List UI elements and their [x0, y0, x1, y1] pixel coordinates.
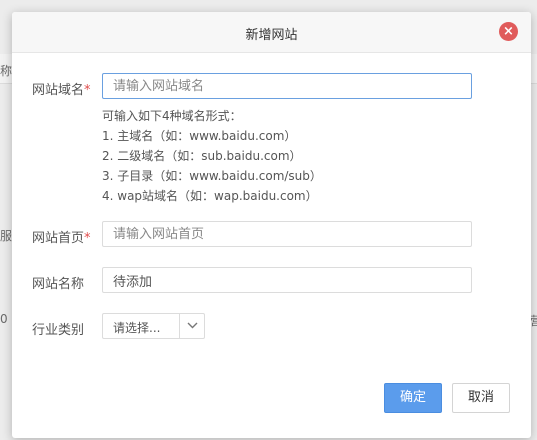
background-text: 称 — [0, 64, 13, 78]
hint-line: 2. 二级域名（如：sub.baidu.com） — [102, 149, 302, 163]
background-text: 营 — [530, 314, 537, 328]
site-name-label: 网站名称 — [32, 277, 85, 292]
cancel-button[interactable]: 取消 — [452, 383, 510, 413]
homepage-input[interactable] — [102, 221, 472, 247]
background-text: 服 — [0, 229, 13, 243]
site-name-input[interactable] — [102, 267, 472, 293]
domain-hint-list: 可输入如下4种域名形式： 1. 主域名（如：www.baidu.com） 2. … — [102, 106, 322, 206]
hint-line: 1. 主域名（如：www.baidu.com） — [102, 129, 297, 143]
add-website-dialog: 新增网站 × 网站域名* 可输入如下4种域名形式： 1. 主域名（如：www.b… — [12, 12, 531, 438]
background-text: 0 — [0, 312, 8, 326]
industry-select-value: 请选择... — [113, 321, 161, 335]
domain-input[interactable] — [102, 73, 472, 99]
domain-label-text: 网站域名 — [32, 83, 85, 98]
close-icon[interactable]: × — [499, 22, 518, 41]
hint-line: 3. 子目录（如：www.baidu.com/sub） — [102, 169, 322, 183]
required-mark: * — [84, 83, 91, 98]
dialog-header: 新增网站 × — [12, 12, 531, 53]
chevron-down-icon[interactable] — [179, 314, 204, 338]
homepage-label: 网站首页* — [32, 227, 91, 246]
industry-select[interactable]: 请选择... — [102, 313, 205, 339]
industry-label: 行业类别 — [32, 323, 85, 338]
dialog-title: 新增网站 — [245, 28, 298, 43]
hint-line: 4. wap站域名（如：wap.baidu.com） — [102, 189, 318, 203]
hint-line: 可输入如下4种域名形式： — [102, 109, 242, 123]
confirm-button[interactable]: 确定 — [384, 383, 442, 413]
homepage-label-text: 网站首页 — [32, 231, 85, 246]
required-mark: * — [84, 231, 91, 246]
domain-label: 网站域名* — [32, 79, 91, 98]
